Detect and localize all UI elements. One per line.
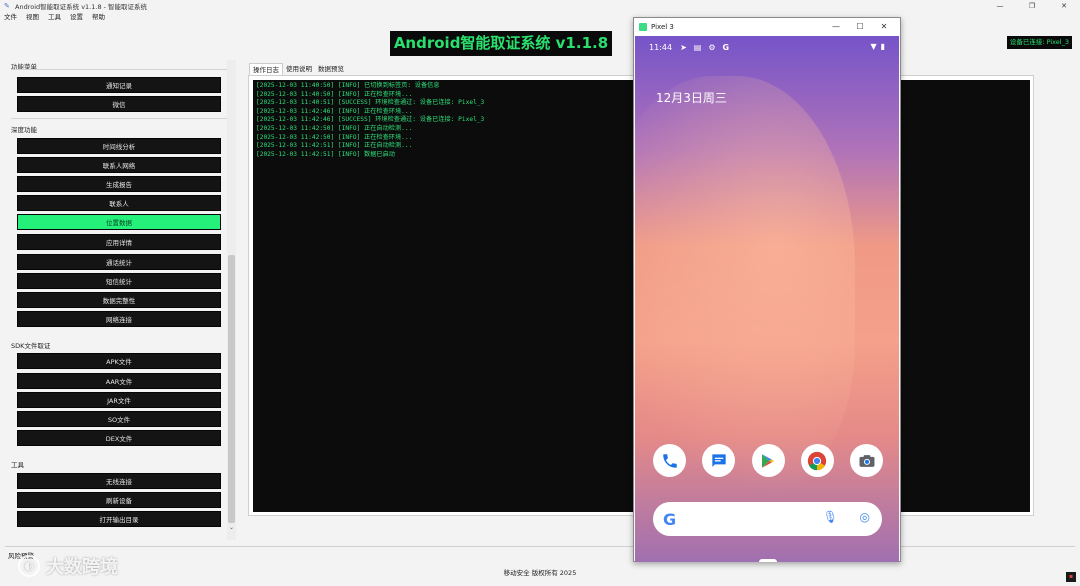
wifi-icon: ▼ bbox=[870, 42, 877, 51]
google-search-bar[interactable]: G 🎙 ◎ bbox=[653, 502, 882, 536]
btn-call-stats[interactable]: 通话统计 bbox=[17, 254, 221, 270]
device-status-badge: 设备已连接: Pixel_3 bbox=[1006, 36, 1072, 49]
btn-app-details[interactable]: 应用详情 bbox=[17, 234, 221, 250]
group-divider bbox=[11, 69, 227, 70]
minimize-button[interactable]: — bbox=[984, 0, 1016, 12]
menu-tools[interactable]: 工具 bbox=[44, 12, 66, 23]
btn-contact-network[interactable]: 联系人网络 bbox=[17, 157, 221, 173]
footer-copyright: 移动安全 版权所有 2025 bbox=[503, 569, 577, 577]
menu-view[interactable]: 视图 bbox=[22, 12, 44, 23]
emulator-maximize-button[interactable]: ☐ bbox=[848, 18, 872, 36]
btn-jar-files[interactable]: JAR文件 bbox=[17, 392, 221, 408]
emulator-minimize-button[interactable]: — bbox=[824, 18, 848, 36]
home-gesture-pill[interactable] bbox=[759, 559, 777, 562]
scroll-down-arrow-icon[interactable]: ⌄ bbox=[227, 524, 236, 531]
window-titlebar: ✎ Android智能取证系统 v1.1.8 - 智能取证系统 — ❐ ✕ bbox=[0, 0, 1080, 12]
group-divider bbox=[11, 118, 227, 119]
left-panel: 功能菜单 通知记录 微信 深度功能 时间线分析 联系人网络 生成报告 联系人 位… bbox=[5, 60, 237, 540]
android-icon bbox=[639, 23, 647, 31]
app-feather-icon: ✎ bbox=[4, 2, 10, 10]
section-label-tools: 工具 bbox=[11, 461, 24, 469]
emulator-window[interactable]: Pixel 3 — ☐ ✕ 11:44 ➤ ▤ ⚙ G ▼ ▮ 12月3日周三 … bbox=[633, 17, 901, 562]
watermark-text: 大数跨境 bbox=[46, 557, 118, 578]
phone-statusbar: 11:44 ➤ ▤ ⚙ G ▼ ▮ bbox=[649, 40, 885, 54]
camera-icon[interactable] bbox=[850, 444, 883, 477]
btn-apk-files[interactable]: APK文件 bbox=[17, 353, 221, 369]
risk-warning-group: 风险预警 bbox=[5, 546, 1075, 564]
btn-open-output-dir[interactable]: 打开输出目录 bbox=[17, 511, 221, 527]
home-date[interactable]: 12月3日周三 bbox=[656, 89, 727, 106]
btn-dex-files[interactable]: DEX文件 bbox=[17, 430, 221, 446]
btn-notifications[interactable]: 通知记录 bbox=[17, 77, 221, 93]
section-label-adv: 深度功能 bbox=[11, 126, 37, 134]
settings-gear-icon: ⚙ bbox=[708, 42, 716, 52]
btn-timeline[interactable]: 时间线分析 bbox=[17, 138, 221, 154]
google-logo-icon: G bbox=[663, 509, 677, 529]
lens-icon[interactable]: ◎ bbox=[860, 510, 870, 524]
maximize-button[interactable]: ❐ bbox=[1016, 0, 1048, 12]
btn-wechat[interactable]: 微信 bbox=[17, 96, 221, 112]
chrome-icon[interactable] bbox=[800, 444, 834, 477]
menu-file[interactable]: 文件 bbox=[0, 12, 22, 23]
btn-aar-files[interactable]: AAR文件 bbox=[17, 373, 221, 389]
messages-icon[interactable] bbox=[702, 444, 736, 477]
emulator-close-button[interactable]: ✕ bbox=[872, 18, 896, 36]
menu-bar: 文件 视图 工具 设置 帮助 bbox=[0, 12, 110, 23]
tray-app-icon[interactable]: ▪ bbox=[1066, 572, 1076, 582]
phone-time: 11:44 bbox=[649, 42, 673, 52]
window-title: Android智能取证系统 v1.1.8 - 智能取证系统 bbox=[15, 3, 148, 11]
btn-data-integrity[interactable]: 数据完整性 bbox=[17, 292, 221, 308]
btn-sms-stats[interactable]: 短信统计 bbox=[17, 273, 221, 289]
play-store-icon[interactable] bbox=[751, 444, 785, 477]
watermark: ◐ 大数跨境 bbox=[18, 553, 118, 579]
btn-contacts[interactable]: 联系人 bbox=[17, 195, 221, 211]
btn-location-data[interactable]: 位置数据 bbox=[17, 214, 221, 230]
menu-help[interactable]: 帮助 bbox=[88, 12, 110, 23]
app-banner: Android智能取证系统 v1.1.8 bbox=[390, 31, 612, 56]
section-label-sdk: SDK文件取证 bbox=[11, 342, 51, 350]
btn-generate-report[interactable]: 生成报告 bbox=[17, 176, 221, 192]
phone-icon[interactable] bbox=[653, 444, 686, 477]
sidebar-scroll-thumb[interactable] bbox=[228, 255, 235, 523]
wallpaper-wave bbox=[635, 76, 855, 496]
battery-icon: ▮ bbox=[880, 42, 885, 51]
mic-icon[interactable]: 🎙 bbox=[823, 510, 838, 524]
btn-refresh-device[interactable]: 刷新设备 bbox=[17, 492, 221, 508]
btn-so-files[interactable]: SO文件 bbox=[17, 411, 221, 427]
watermark-logo-icon: ◐ bbox=[18, 555, 40, 577]
home-dock bbox=[653, 444, 883, 480]
google-notif-icon: G bbox=[722, 42, 730, 52]
btn-wireless-connect[interactable]: 无线连接 bbox=[17, 473, 221, 489]
close-button[interactable]: ✕ bbox=[1048, 0, 1080, 12]
sim-icon: ▤ bbox=[693, 42, 702, 52]
emulator-title: Pixel 3 bbox=[651, 23, 674, 31]
phone-screen[interactable]: 11:44 ➤ ▤ ⚙ G ▼ ▮ 12月3日周三 G 🎙 ◎ bbox=[635, 36, 899, 562]
menu-settings[interactable]: 设置 bbox=[66, 12, 88, 23]
btn-network-connections[interactable]: 网络连接 bbox=[17, 311, 221, 327]
telegram-icon: ➤ bbox=[680, 42, 687, 52]
emulator-titlebar: Pixel 3 — ☐ ✕ bbox=[634, 18, 900, 36]
